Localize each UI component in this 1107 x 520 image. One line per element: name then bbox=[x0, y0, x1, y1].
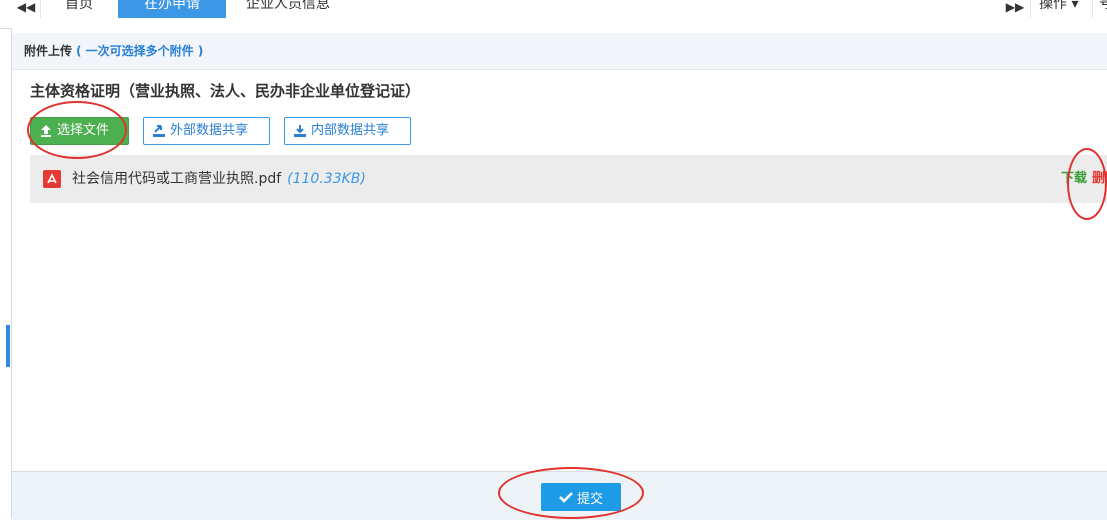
sidebar-active-indicator bbox=[6, 325, 10, 367]
tab-home[interactable]: 首页 bbox=[40, 0, 117, 18]
tab-enterprise-staff-info[interactable]: 企业人员信息 bbox=[228, 0, 348, 18]
dialog-title-hint: ( 一次可选择多个附件 ) bbox=[76, 44, 204, 58]
select-file-button[interactable]: 选择文件 bbox=[30, 117, 129, 145]
attachment-file-name: 社会信用代码或工商营业执照.pdf (110.33KB) bbox=[72, 155, 366, 203]
external-data-share-label: 外部数据共享 bbox=[170, 123, 249, 138]
operations-dropdown[interactable]: 操作 ▾ bbox=[1030, 0, 1078, 18]
submit-button[interactable]: 提交 bbox=[541, 483, 621, 511]
file-name-text: 社会信用代码或工商营业执照.pdf bbox=[72, 171, 282, 187]
account-menu[interactable]: 号 bbox=[1092, 0, 1107, 18]
delete-link[interactable]: 删除 bbox=[1092, 155, 1107, 203]
dialog-title-text: 附件上传 bbox=[24, 44, 73, 58]
dialog-footer: 提交 bbox=[12, 471, 1107, 520]
export-icon bbox=[153, 125, 165, 137]
scroll-tabs-left-icon[interactable]: ◀◀ bbox=[14, 0, 38, 18]
check-icon bbox=[559, 492, 573, 503]
section-title: 主体资格证明（营业执照、法人、民办非企业单位登记证） bbox=[30, 82, 421, 100]
top-tab-bar: ◀◀ 首页 在办申请 企业人员信息 ▶▶ 操作 ▾ 号 bbox=[0, 0, 1107, 29]
attachment-upload-dialog: 附件上传( 一次可选择多个附件 ) 主体资格证明（营业执照、法人、民办非企业单位… bbox=[11, 28, 1107, 520]
scroll-tabs-right-icon[interactable]: ▶▶ bbox=[1004, 0, 1026, 18]
upload-icon bbox=[41, 125, 51, 137]
internal-data-share-label: 内部数据共享 bbox=[311, 123, 390, 138]
dialog-header: 附件上传( 一次可选择多个附件 ) bbox=[12, 33, 1107, 70]
file-size: (110.33KB) bbox=[287, 171, 366, 187]
import-icon bbox=[294, 125, 306, 137]
external-data-share-button[interactable]: 外部数据共享 bbox=[143, 117, 270, 145]
pdf-file-icon bbox=[43, 170, 61, 188]
submit-label: 提交 bbox=[576, 491, 603, 507]
dialog-title: 附件上传( 一次可选择多个附件 ) bbox=[24, 33, 203, 69]
select-file-label: 选择文件 bbox=[57, 123, 110, 138]
attachment-file-row: 社会信用代码或工商营业执照.pdf (110.33KB) 下载 删除 bbox=[30, 155, 1107, 203]
internal-data-share-button[interactable]: 内部数据共享 bbox=[284, 117, 411, 145]
tab-active-applications[interactable]: 在办申请 bbox=[118, 0, 226, 18]
download-link[interactable]: 下载 bbox=[1061, 155, 1087, 203]
